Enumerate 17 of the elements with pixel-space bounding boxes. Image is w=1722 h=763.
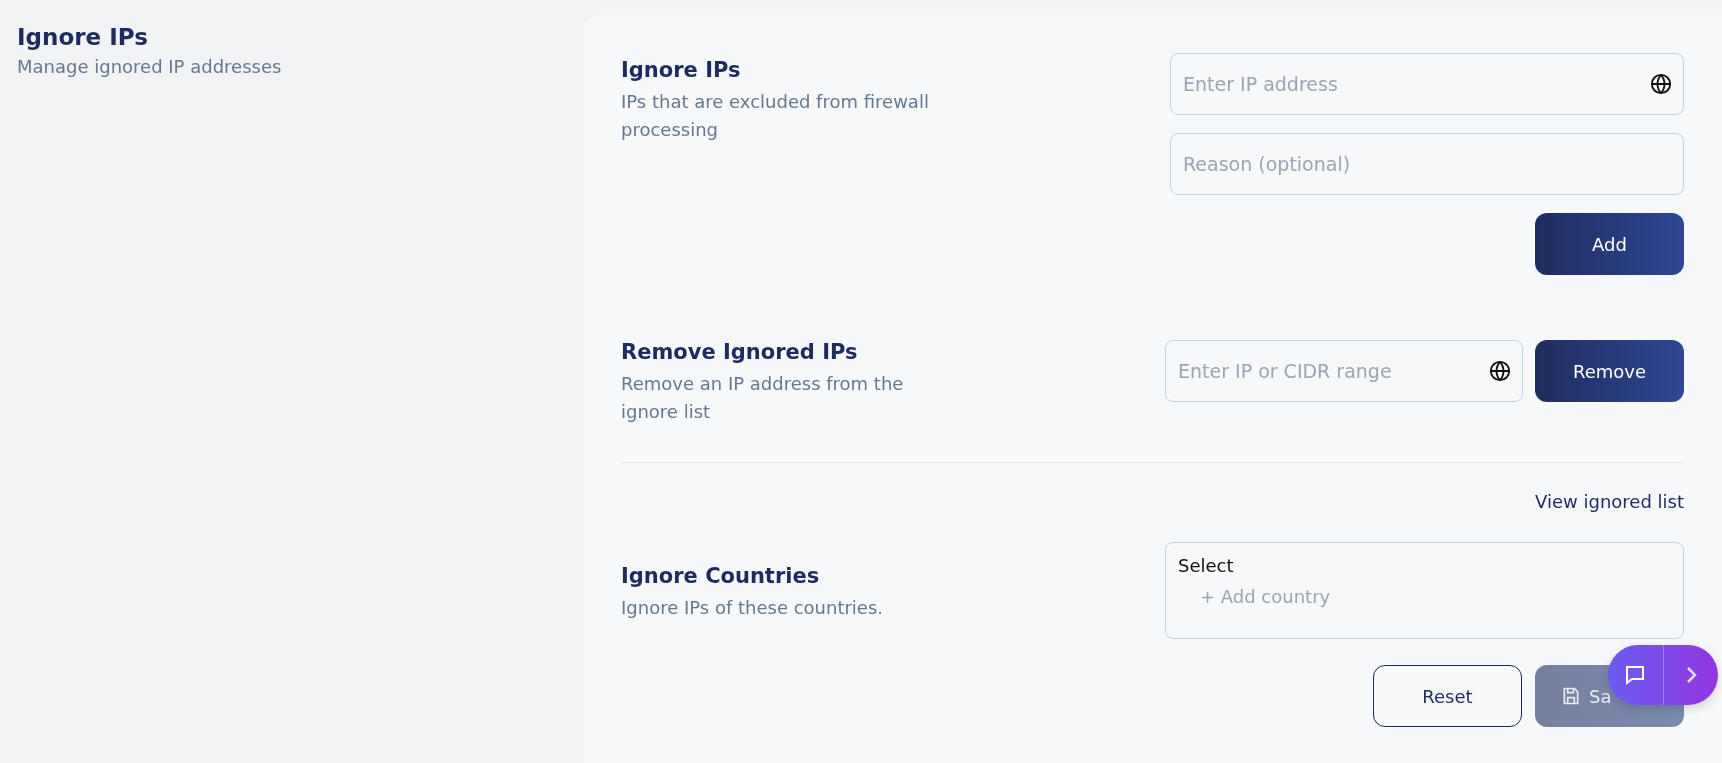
section-title: Remove Ignored IPs — [621, 340, 859, 364]
add-button[interactable]: Add — [1535, 213, 1684, 275]
section-title: Ignore IPs — [621, 58, 742, 82]
section-description: IPs that are excluded from firewall processing — [621, 90, 930, 142]
input-field[interactable]: Reason (optional) — [1170, 133, 1684, 195]
input-field[interactable]: Enter IP or CIDR range — [1165, 340, 1523, 402]
remove-button[interactable]: Remove — [1535, 340, 1684, 402]
section-title: Ignore Countries — [621, 564, 821, 588]
section-description: Ignore IPs of these countries. — [621, 596, 885, 620]
reset-button[interactable]: Reset — [1373, 665, 1522, 727]
input-field[interactable]: Enter IP address — [1170, 53, 1684, 115]
page-title: Ignore IPs — [17, 24, 149, 50]
page-subtitle: Manage ignored IP addresses — [17, 56, 283, 77]
section-description: Remove an IP address from the ignore list — [621, 372, 905, 424]
country-select[interactable]: Select + Add country — [1165, 542, 1684, 639]
view-ignored-link[interactable]: View ignored list — [1535, 491, 1684, 512]
select-label: Select — [1178, 555, 1234, 576]
